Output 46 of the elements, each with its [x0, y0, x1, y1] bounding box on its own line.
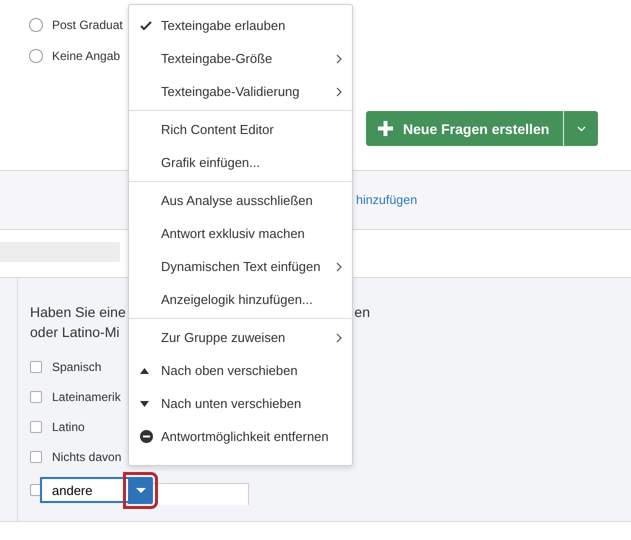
menu-item[interactable]: Rich Content Editor: [129, 113, 352, 146]
checkbox[interactable]: [30, 484, 40, 496]
menu-item[interactable]: Grafik einfügen...: [129, 146, 352, 179]
question-text: Haben Sie eine: [30, 303, 126, 322]
menu-item[interactable]: Antwortmöglichkeit entfernen: [129, 420, 352, 453]
menu-item[interactable]: Anzeigelogik hinzufügen...: [129, 283, 352, 316]
choice-label: Latino: [52, 420, 85, 434]
radio-button[interactable]: [29, 18, 43, 32]
choice-input[interactable]: andere: [40, 477, 128, 503]
question-text: en: [354, 303, 370, 322]
create-questions-button[interactable]: Neue Fragen erstellen: [366, 111, 564, 146]
choice-label: Spanisch: [52, 360, 102, 374]
option-label: Keine Angab: [52, 48, 120, 62]
checkbox[interactable]: [30, 391, 42, 403]
chevron-right-icon: [336, 86, 342, 96]
chevron-right-icon: [336, 54, 342, 64]
menu-item[interactable]: Antwort exklusiv machen: [129, 217, 352, 250]
checkbox[interactable]: [30, 451, 42, 463]
triangle-up-icon: [140, 368, 149, 374]
radio-button[interactable]: [29, 48, 43, 62]
add-link[interactable]: hinzufügen: [356, 193, 418, 207]
menu-item[interactable]: Nach oben verschieben: [129, 354, 352, 387]
menu-item[interactable]: Nach unten verschieben: [129, 387, 352, 420]
plus-icon: [378, 121, 393, 136]
check-icon: [140, 20, 152, 30]
chevron-down-icon: [576, 126, 586, 132]
chevron-right-icon: [336, 332, 342, 342]
dropdown-button[interactable]: [564, 111, 598, 146]
text-area[interactable]: [151, 483, 249, 505]
menu-item[interactable]: Dynamischen Text einfügen: [129, 250, 352, 283]
checkbox[interactable]: [30, 361, 42, 373]
question-text: oder Latino-Mi: [30, 323, 120, 342]
checkbox[interactable]: [30, 421, 42, 433]
caret-down-icon: [136, 488, 146, 492]
triangle-down-icon: [140, 400, 149, 406]
remove-icon: [140, 430, 153, 443]
menu-item[interactable]: Texteingabe-Validierung: [129, 75, 352, 108]
choice-label: Lateinamerik: [52, 390, 121, 404]
menu-item[interactable]: Zur Gruppe zuweisen: [129, 321, 352, 354]
menu-item[interactable]: Texteingabe-Größe: [129, 42, 352, 75]
menu-item[interactable]: Texteingabe erlauben: [129, 9, 352, 42]
choice-label: Nichts davon: [52, 450, 122, 464]
choice-dropdown-button[interactable]: [128, 476, 153, 504]
option-label: Post Graduat: [52, 18, 123, 32]
menu-item[interactable]: Aus Analyse ausschließen: [129, 184, 352, 217]
chevron-right-icon: [336, 262, 342, 272]
